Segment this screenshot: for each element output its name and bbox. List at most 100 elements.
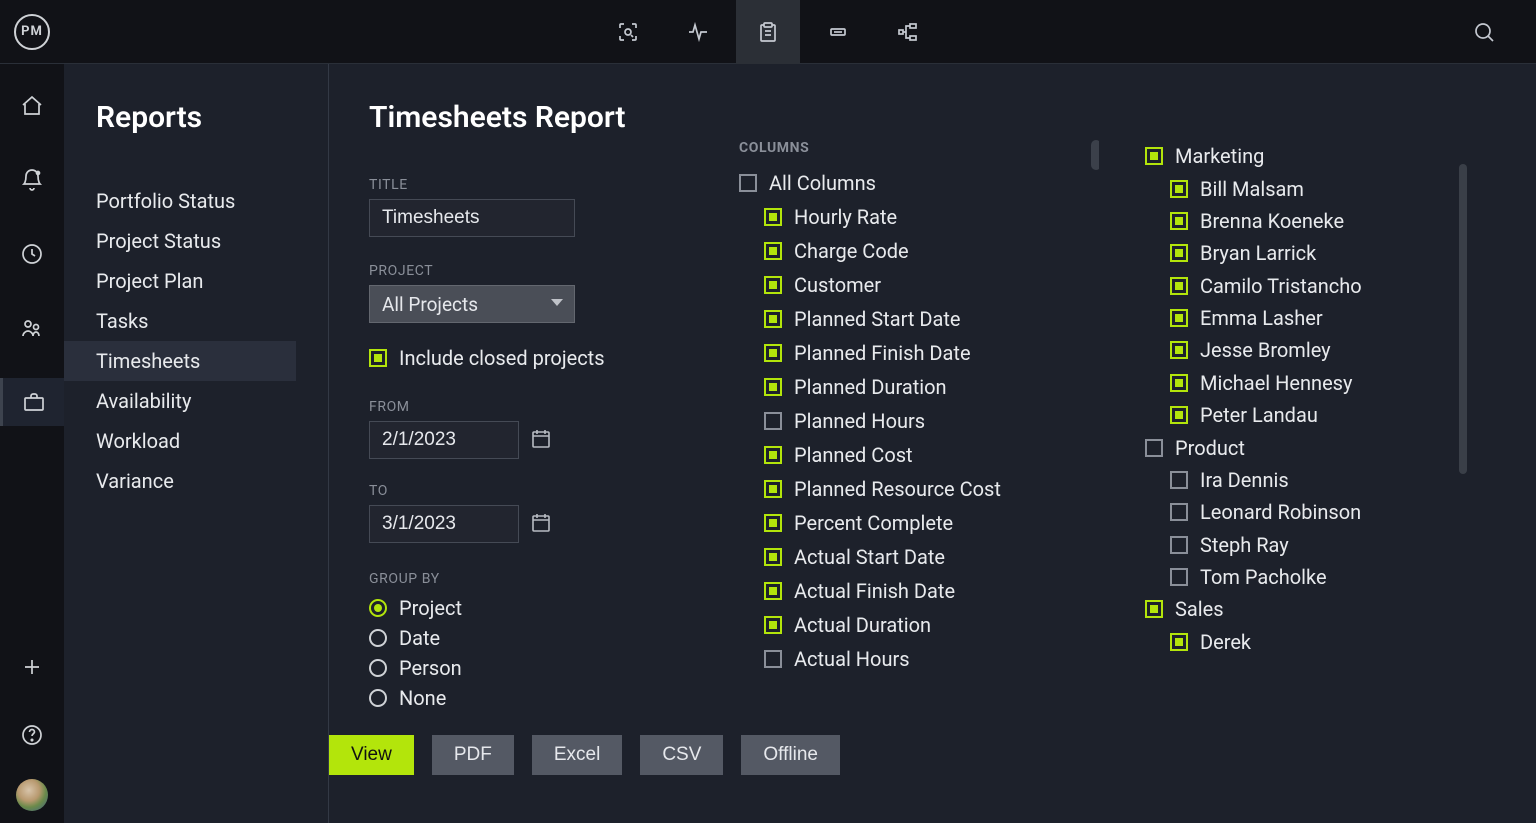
column-planned-duration-checkbox[interactable]: Planned Duration: [764, 372, 1099, 402]
to-input[interactable]: [369, 505, 519, 543]
person-michael-hennesy-checkbox[interactable]: Michael Hennesy: [1170, 368, 1435, 398]
columns-scrollbar[interactable]: [1091, 140, 1099, 170]
app-logo[interactable]: PM: [14, 14, 50, 50]
checkbox-label: All Columns: [769, 168, 876, 198]
column-planned-hours-checkbox[interactable]: Planned Hours: [764, 406, 1099, 436]
sidebar-item-project-status[interactable]: Project Status: [96, 221, 328, 261]
radio-icon: [369, 689, 387, 707]
minus-box-icon[interactable]: [806, 0, 870, 64]
from-input[interactable]: [369, 421, 519, 459]
column-customer-checkbox[interactable]: Customer: [764, 270, 1099, 300]
column-actual-hours-checkbox[interactable]: Actual Hours: [764, 644, 1099, 674]
calendar-icon[interactable]: [529, 426, 553, 455]
people-icon[interactable]: [0, 304, 64, 352]
pdf-button[interactable]: PDF: [432, 735, 514, 775]
person-leonard-robinson-checkbox[interactable]: Leonard Robinson: [1170, 497, 1435, 527]
include-closed-checkbox[interactable]: Include closed projects: [369, 343, 749, 373]
activity-icon[interactable]: [666, 0, 730, 64]
person-jesse-bromley-checkbox[interactable]: Jesse Bromley: [1170, 335, 1435, 365]
person-mark-larosa-checkbox[interactable]: Mark LaRosa: [1170, 659, 1435, 664]
groupby-project[interactable]: Project: [369, 593, 749, 623]
branch-icon[interactable]: [876, 0, 940, 64]
team-sales-checkbox[interactable]: Sales: [1145, 594, 1435, 624]
excel-button[interactable]: Excel: [532, 735, 622, 775]
checkbox-label: Bryan Larrick: [1200, 238, 1316, 268]
column-planned-resource-cost-checkbox[interactable]: Planned Resource Cost: [764, 474, 1099, 504]
groupby-date[interactable]: Date: [369, 623, 749, 653]
export-buttons: View PDF Excel CSV Offline: [329, 735, 840, 823]
sidebar-item-workload[interactable]: Workload: [96, 421, 328, 461]
column-actual-finish-date-checkbox[interactable]: Actual Finish Date: [764, 576, 1099, 606]
people-scrollbar[interactable]: [1459, 164, 1467, 474]
scan-icon[interactable]: [596, 0, 660, 64]
team-marketing-checkbox[interactable]: Marketing: [1145, 141, 1435, 171]
radio-label: Project: [399, 596, 462, 620]
column-actual-start-date-checkbox[interactable]: Actual Start Date: [764, 542, 1099, 572]
checkbox-label: Planned Start Date: [794, 304, 961, 334]
person-peter-landau-checkbox[interactable]: Peter Landau: [1170, 400, 1435, 430]
sidebar-item-tasks[interactable]: Tasks: [96, 301, 328, 341]
view-button[interactable]: View: [329, 735, 414, 775]
search-icon[interactable]: [1466, 14, 1502, 50]
sidebar-item-project-plan[interactable]: Project Plan: [96, 261, 328, 301]
title-label: TITLE: [369, 177, 749, 193]
checkbox-label: Product: [1175, 433, 1245, 463]
sidebar-item-portfolio-status[interactable]: Portfolio Status: [96, 181, 328, 221]
person-emma-lasher-checkbox[interactable]: Emma Lasher: [1170, 303, 1435, 333]
checkbox-label: Charge Code: [794, 236, 909, 266]
calendar-icon[interactable]: [529, 510, 553, 539]
checkbox-icon: [369, 349, 387, 367]
person-bill-malsam-checkbox[interactable]: Bill Malsam: [1170, 174, 1435, 204]
from-label: FROM: [369, 399, 749, 415]
checkbox-label: Peter Landau: [1200, 400, 1318, 430]
clipboard-icon[interactable]: [736, 0, 800, 64]
column-planned-cost-checkbox[interactable]: Planned Cost: [764, 440, 1099, 470]
clock-icon[interactable]: [0, 230, 64, 278]
all-columns-checkbox[interactable]: All Columns: [739, 168, 1099, 198]
avatar[interactable]: [16, 779, 48, 811]
checkbox-label: Planned Duration: [794, 372, 947, 402]
person-steph-ray-checkbox[interactable]: Steph Ray: [1170, 530, 1435, 560]
home-icon[interactable]: [0, 82, 64, 130]
sidebar-item-timesheets[interactable]: Timesheets: [64, 341, 296, 381]
include-closed-label: Include closed projects: [399, 343, 605, 373]
checkbox-label: Customer: [794, 270, 881, 300]
add-icon[interactable]: [0, 643, 64, 691]
bell-icon[interactable]: [0, 156, 64, 204]
groupby-person[interactable]: Person: [369, 653, 749, 683]
csv-button[interactable]: CSV: [640, 735, 723, 775]
column-charge-code-checkbox[interactable]: Charge Code: [764, 236, 1099, 266]
column-hourly-rate-checkbox[interactable]: Hourly Rate: [764, 202, 1099, 232]
checkbox-icon: [764, 208, 782, 226]
briefcase-icon[interactable]: [0, 378, 64, 426]
sidebar-reports: Reports Portfolio StatusProject StatusPr…: [64, 64, 329, 823]
person-derek-checkbox[interactable]: Derek: [1170, 627, 1435, 657]
person-ira-dennis-checkbox[interactable]: Ira Dennis: [1170, 465, 1435, 495]
logo-text: PM: [21, 24, 43, 39]
title-input[interactable]: [369, 199, 575, 237]
checkbox-icon: [1170, 503, 1188, 521]
checkbox-icon: [1170, 568, 1188, 586]
person-camilo-tristancho-checkbox[interactable]: Camilo Tristancho: [1170, 271, 1435, 301]
team-product-checkbox[interactable]: Product: [1145, 433, 1435, 463]
checkbox-label: Brenna Koeneke: [1200, 206, 1344, 236]
project-select[interactable]: All Projects: [369, 285, 575, 323]
column-actual-cost-checkbox[interactable]: Actual Cost: [764, 678, 1099, 680]
person-tom-pacholke-checkbox[interactable]: Tom Pacholke: [1170, 562, 1435, 592]
sidebar-item-variance[interactable]: Variance: [96, 461, 328, 501]
checkbox-label: Ira Dennis: [1200, 465, 1289, 495]
column-planned-start-date-checkbox[interactable]: Planned Start Date: [764, 304, 1099, 334]
checkbox-label: Jesse Bromley: [1200, 335, 1331, 365]
help-icon[interactable]: [0, 711, 64, 759]
column-actual-duration-checkbox[interactable]: Actual Duration: [764, 610, 1099, 640]
sidebar-item-availability[interactable]: Availability: [96, 381, 328, 421]
offline-button[interactable]: Offline: [741, 735, 840, 775]
checkbox-icon: [1145, 439, 1163, 457]
groupby-none[interactable]: None: [369, 683, 749, 713]
checkbox-icon: [764, 412, 782, 430]
column-percent-complete-checkbox[interactable]: Percent Complete: [764, 508, 1099, 538]
checkbox-label: Actual Cost: [794, 678, 897, 680]
person-bryan-larrick-checkbox[interactable]: Bryan Larrick: [1170, 238, 1435, 268]
column-planned-finish-date-checkbox[interactable]: Planned Finish Date: [764, 338, 1099, 368]
person-brenna-koeneke-checkbox[interactable]: Brenna Koeneke: [1170, 206, 1435, 236]
